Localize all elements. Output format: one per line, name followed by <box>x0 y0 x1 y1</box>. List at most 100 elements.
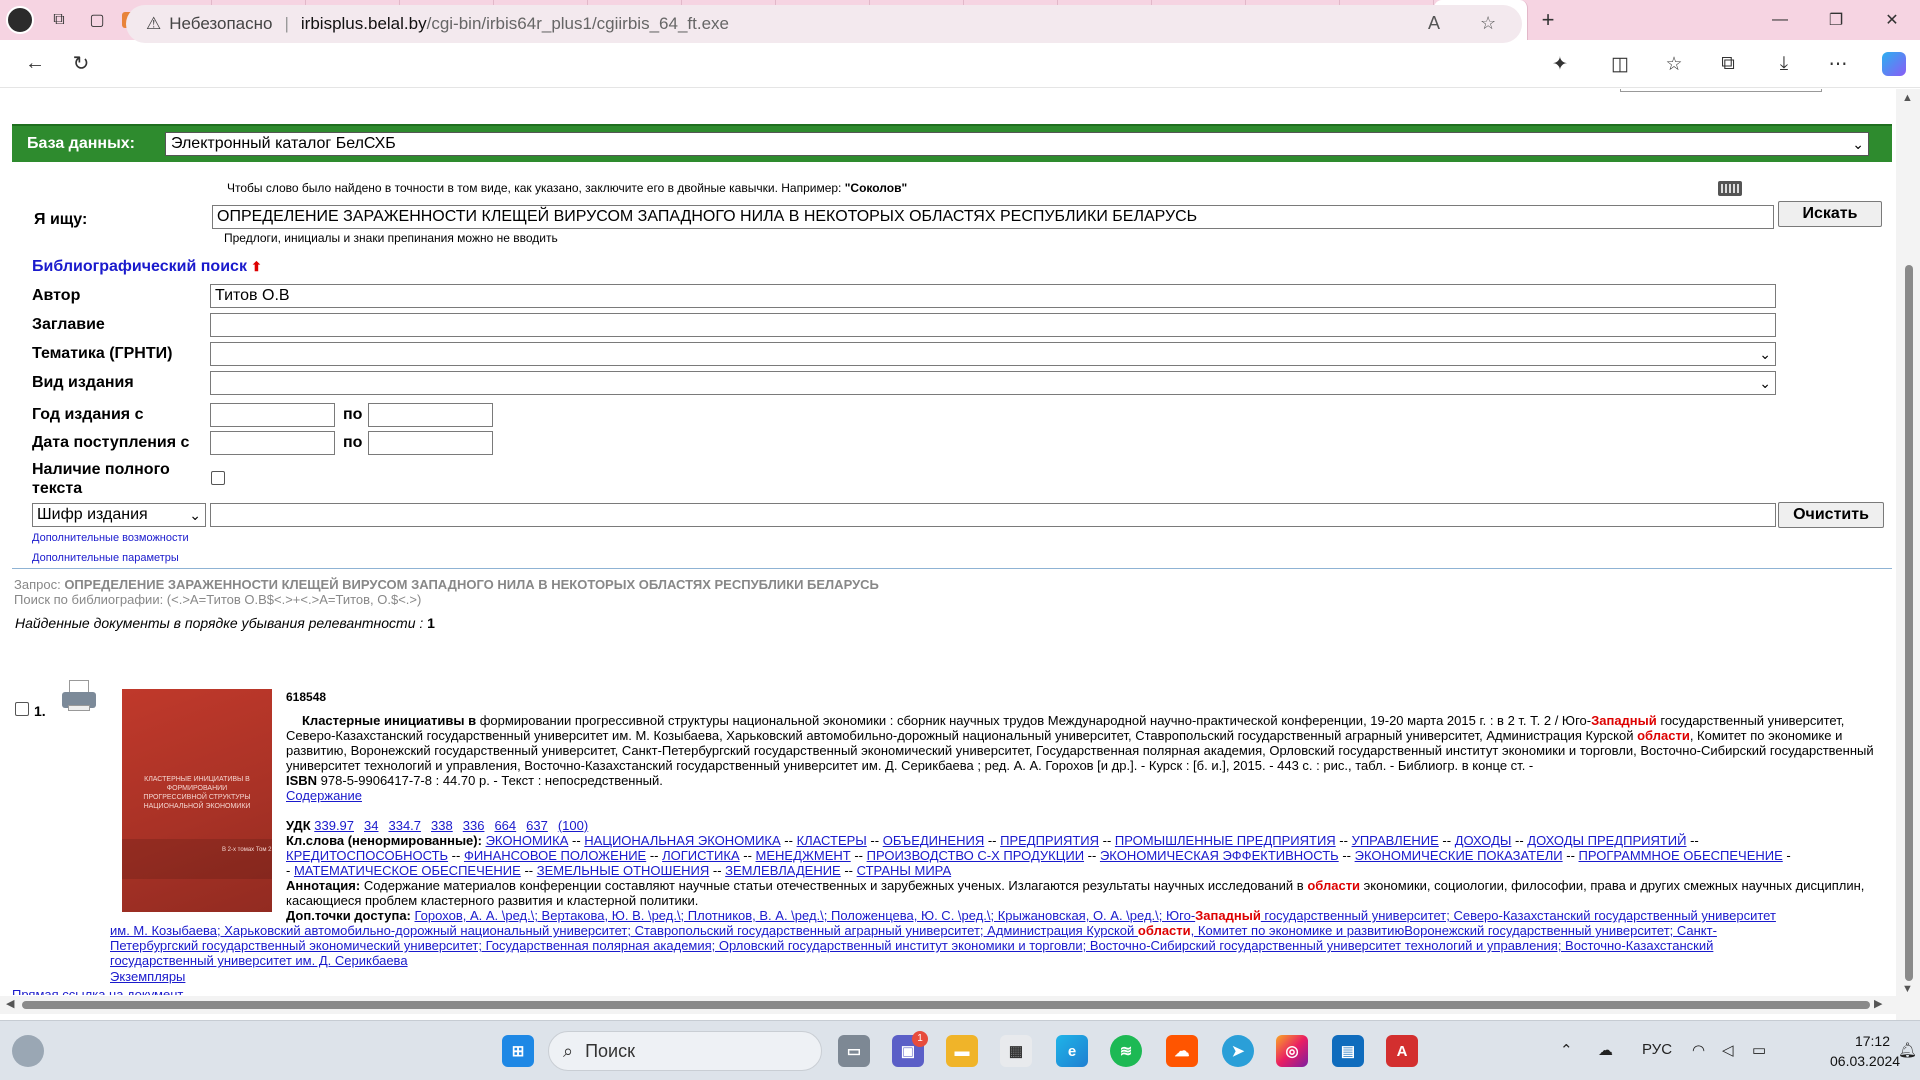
keyword-link[interactable]: КЛАСТЕРЫ <box>797 833 867 848</box>
clock[interactable]: 17:12 06.03.2024 <box>1830 1031 1900 1071</box>
language-indicator[interactable]: РУС <box>1642 1041 1672 1058</box>
copilot-icon[interactable] <box>1874 45 1914 83</box>
read-aloud-icon[interactable]: A <box>1428 13 1440 34</box>
downloads-icon[interactable]: ⤓ <box>1764 45 1804 83</box>
favorite-star-icon[interactable]: ☆ <box>1480 13 1496 34</box>
access-point-link[interactable]: , Комитет по экономике и развитиюВоронеж… <box>1191 923 1717 938</box>
fulltext-checkbox[interactable] <box>211 471 225 485</box>
profile-avatar[interactable] <box>0 0 40 40</box>
notifications-icon[interactable]: 🔔︎ <box>1898 1041 1917 1059</box>
author-input[interactable]: Титов О.В <box>210 284 1776 308</box>
keyword-link[interactable]: ЭКОНОМИКА <box>486 833 569 848</box>
scroll-thumb[interactable] <box>1905 265 1913 981</box>
back-icon[interactable]: ← <box>12 44 58 84</box>
pdf-reader-icon[interactable]: A <box>1386 1035 1418 1067</box>
cipher-input[interactable] <box>210 503 1776 527</box>
database-select[interactable]: Электронный каталог БелСХБ ⌄ <box>165 132 1869 156</box>
volume-icon[interactable]: ◁ <box>1722 1041 1734 1059</box>
edge-icon[interactable]: e <box>1056 1035 1088 1067</box>
hscroll-thumb[interactable] <box>22 1001 1870 1009</box>
biblio-link-text[interactable]: Библиографический поиск <box>32 258 247 275</box>
soundcloud-icon[interactable]: ☁ <box>1166 1035 1198 1067</box>
new-tab-button[interactable]: + <box>1528 0 1568 40</box>
access-point-link[interactable]: им. М. Козыбаева; Харьковский автомобиль… <box>110 923 1138 938</box>
close-window-icon[interactable]: ✕ <box>1864 0 1920 40</box>
app-icon[interactable]: ▤ <box>1332 1035 1364 1067</box>
tab-actions-icon[interactable]: ▢ <box>78 0 116 40</box>
udk-link[interactable]: (100) <box>558 818 588 833</box>
udk-link[interactable]: 336 <box>463 818 485 833</box>
udk-link[interactable]: 34 <box>364 818 378 833</box>
scroll-up-icon[interactable]: ▲ <box>1902 92 1913 104</box>
scroll-left-icon[interactable]: ◀ <box>6 997 14 1010</box>
tray-overflow-icon[interactable]: ⌃ <box>1560 1041 1573 1059</box>
restore-icon[interactable]: ❐ <box>1808 0 1864 40</box>
keyword-link[interactable]: СТРАНЫ МИРА <box>857 863 952 878</box>
favorites-icon[interactable]: ☆ <box>1654 45 1694 83</box>
vertical-scrollbar[interactable]: ▲ ▼ <box>1896 89 1920 1020</box>
warning-icon[interactable]: ⚠ <box>146 14 161 34</box>
cipher-select[interactable]: Шифр издания ⌄ <box>32 503 206 527</box>
wifi-icon[interactable]: ◠ <box>1692 1041 1705 1059</box>
collections-icon[interactable]: ⧉ <box>1708 45 1748 83</box>
contents-link[interactable]: Содержание <box>286 788 362 803</box>
scroll-right-icon[interactable]: ▶ <box>1874 997 1882 1010</box>
record-select-checkbox[interactable] <box>15 702 29 716</box>
date-from-input[interactable] <box>210 431 335 455</box>
udk-link[interactable]: 664 <box>494 818 516 833</box>
udk-link[interactable]: 637 <box>526 818 548 833</box>
battery-icon[interactable]: ▭ <box>1752 1041 1766 1059</box>
workspaces-icon[interactable]: ⧉ <box>40 0 78 40</box>
access-point-link[interactable]: Горохов, А. А. \ред.\; Вертакова, Ю. В. … <box>415 908 1196 923</box>
network-warning-icon[interactable]: ☁ <box>1598 1041 1613 1059</box>
keyword-link[interactable]: НАЦИОНАЛЬНАЯ ЭКОНОМИКА <box>584 833 780 848</box>
access-point-link[interactable]: государственный университет; Северо-Каза… <box>1261 908 1775 923</box>
date-to-input[interactable] <box>368 431 493 455</box>
instagram-icon[interactable]: ◎ <box>1276 1035 1308 1067</box>
keyword-link[interactable]: ЭКОНОМИЧЕСКИЕ ПОКАЗАТЕЛИ <box>1355 848 1563 863</box>
keyword-link[interactable]: МЕНЕДЖМЕНТ <box>756 848 851 863</box>
year-from-input[interactable] <box>210 403 335 427</box>
keyword-link[interactable]: ОБЪЕДИНЕНИЯ <box>883 833 985 848</box>
keyword-link[interactable]: ЗЕМЛЕВЛАДЕНИЕ <box>725 863 841 878</box>
keyword-link[interactable]: ПРЕДПРИЯТИЯ <box>1000 833 1099 848</box>
keyword-link[interactable]: КРЕДИТОСПОСОБНОСТЬ <box>286 848 448 863</box>
file-explorer-icon[interactable]: ▬ <box>946 1035 978 1067</box>
spotify-icon[interactable]: ≋ <box>1110 1035 1142 1067</box>
keyword-link[interactable]: ПРОГРАММНОЕ ОБЕСПЕЧЕНИЕ <box>1579 848 1783 863</box>
more-params-link[interactable]: Дополнительные параметры <box>32 552 179 564</box>
udk-link[interactable]: 334.7 <box>388 818 421 833</box>
minimize-icon[interactable]: — <box>1752 0 1808 40</box>
telegram-icon[interactable]: ➤ <box>1222 1035 1254 1067</box>
extensions-icon[interactable]: ✦ <box>1540 45 1580 83</box>
biblio-search-link[interactable]: Библиографический поиск ⬆ <box>32 258 262 276</box>
reload-icon[interactable]: ↻ <box>58 44 104 84</box>
keyword-link[interactable]: ЗЕМЕЛЬНЫЕ ОТНОШЕНИЯ <box>537 863 710 878</box>
topic-select[interactable]: ⌄ <box>210 342 1776 366</box>
keyword-link[interactable]: ПРОМЫШЛЕННЫЕ ПРЕДПРИЯТИЯ <box>1115 833 1336 848</box>
kind-select[interactable]: ⌄ <box>210 371 1776 395</box>
horizontal-scrollbar[interactable]: ◀ ▶ <box>0 996 1896 1014</box>
printer-icon[interactable] <box>60 680 98 712</box>
udk-link[interactable]: 339.97 <box>314 818 354 833</box>
more-options-link[interactable]: Дополнительные возможности <box>32 532 189 544</box>
copies-link[interactable]: Экземпляры <box>110 969 185 984</box>
book-cover-image[interactable]: Кластерные инициативы в формировании про… <box>122 689 272 912</box>
search-button[interactable]: Искать <box>1778 201 1882 227</box>
keyword-link[interactable]: ДОХОДЫ <box>1455 833 1512 848</box>
split-screen-icon[interactable]: ◫ <box>1600 45 1640 83</box>
search-input[interactable]: ОПРЕДЕЛЕНИЕ ЗАРАЖЕННОСТИ КЛЕЩЕЙ ВИРУСОМ … <box>212 205 1774 229</box>
keyword-link[interactable]: ПРОИЗВОДСТВО С-Х ПРОДУКЦИИ <box>867 848 1084 863</box>
access-point-link[interactable]: Петербургский государственный экономичес… <box>110 938 1713 953</box>
keyword-link[interactable]: ФИНАНСОВОЕ ПОЛОЖЕНИЕ <box>464 848 646 863</box>
store-icon[interactable]: ▦ <box>1000 1035 1032 1067</box>
title-input[interactable] <box>210 313 1776 337</box>
keyword-link[interactable]: ЭКОНОМИЧЕСКАЯ ЭФФЕКТИВНОСТЬ <box>1100 848 1339 863</box>
clear-button[interactable]: Очистить <box>1778 502 1884 528</box>
security-label[interactable]: Небезопасно <box>169 14 272 34</box>
task-view-icon[interactable]: ▭ <box>838 1035 870 1067</box>
year-to-input[interactable] <box>368 403 493 427</box>
keyboard-icon[interactable] <box>1718 181 1742 196</box>
scroll-down-icon[interactable]: ▼ <box>1902 983 1913 995</box>
weather-icon[interactable] <box>12 1035 44 1067</box>
